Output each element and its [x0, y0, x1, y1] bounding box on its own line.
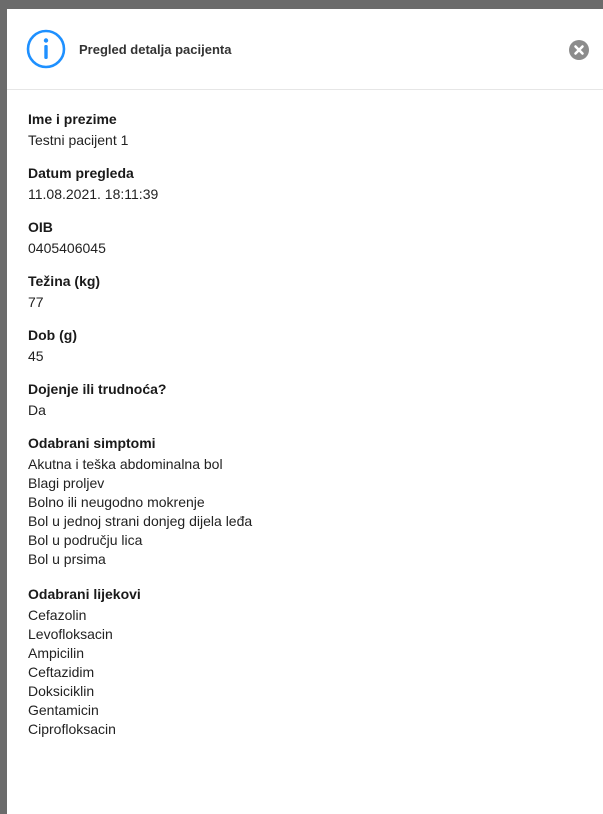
field-symptoms: Odabrani simptomi Akutna i teška abdomin…	[28, 434, 603, 569]
field-value: 11.08.2021. 18:11:39	[28, 186, 159, 202]
field-label: Odabrani simptomi	[28, 435, 156, 451]
close-icon	[569, 40, 589, 60]
field-label: Dojenje ili trudnoća?	[28, 381, 167, 397]
field-label: Ime i prezime	[28, 111, 117, 127]
field-oib: OIB 0405406045	[28, 218, 603, 258]
field-value: 0405406045	[28, 240, 106, 256]
list-item: Ciprofloksacin	[28, 721, 116, 737]
close-button[interactable]	[569, 40, 589, 60]
list-item: Bol u prsima	[28, 551, 106, 567]
field-label: Datum pregleda	[28, 165, 134, 181]
list-item: Bol u području lica	[28, 532, 143, 548]
field-exam-date: Datum pregleda 11.08.2021. 18:11:39	[28, 164, 603, 204]
list-item: Akutna i teška abdominalna bol	[28, 456, 223, 472]
patient-details-modal: Pregled detalja pacijenta Ime i prezime …	[7, 9, 603, 814]
modal-title: Pregled detalja pacijenta	[79, 42, 232, 57]
list-item: Cefazolin	[28, 607, 87, 623]
field-name: Ime i prezime Testni pacijent 1	[28, 110, 603, 150]
field-label: Težina (kg)	[28, 273, 101, 289]
list-item: Doksiciklin	[28, 683, 95, 699]
field-label: Dob (g)	[28, 327, 77, 343]
field-label: Odabrani lijekovi	[28, 586, 141, 602]
field-value: Da	[28, 402, 46, 418]
list-item: Ampicilin	[28, 645, 85, 661]
field-value: 77	[28, 294, 44, 310]
list-item: Blagi proljev	[28, 475, 105, 491]
list-item: Gentamicin	[28, 702, 99, 718]
field-drugs: Odabrani lijekovi Cefazolin Levofloksaci…	[28, 585, 603, 739]
field-value: Testni pacijent 1	[28, 132, 129, 148]
info-circle-icon	[26, 29, 66, 69]
field-age: Dob (g) 45	[28, 326, 603, 366]
field-label: OIB	[28, 219, 53, 235]
field-value: 45	[28, 348, 44, 364]
list-item: Bol u jednoj strani donjeg dijela leđa	[28, 513, 253, 529]
symptoms-list: Akutna i teška abdominalna bol Blagi pro…	[28, 455, 603, 569]
modal-header: Pregled detalja pacijenta	[7, 9, 603, 90]
field-pregnancy: Dojenje ili trudnoća? Da	[28, 380, 603, 420]
list-item: Levofloksacin	[28, 626, 113, 642]
modal-body: Ime i prezime Testni pacijent 1 Datum pr…	[7, 90, 603, 739]
drugs-list: Cefazolin Levofloksacin Ampicilin Ceftaz…	[28, 606, 603, 739]
field-weight: Težina (kg) 77	[28, 272, 603, 312]
list-item: Ceftazidim	[28, 664, 95, 680]
list-item: Bolno ili neugodno mokrenje	[28, 494, 205, 510]
